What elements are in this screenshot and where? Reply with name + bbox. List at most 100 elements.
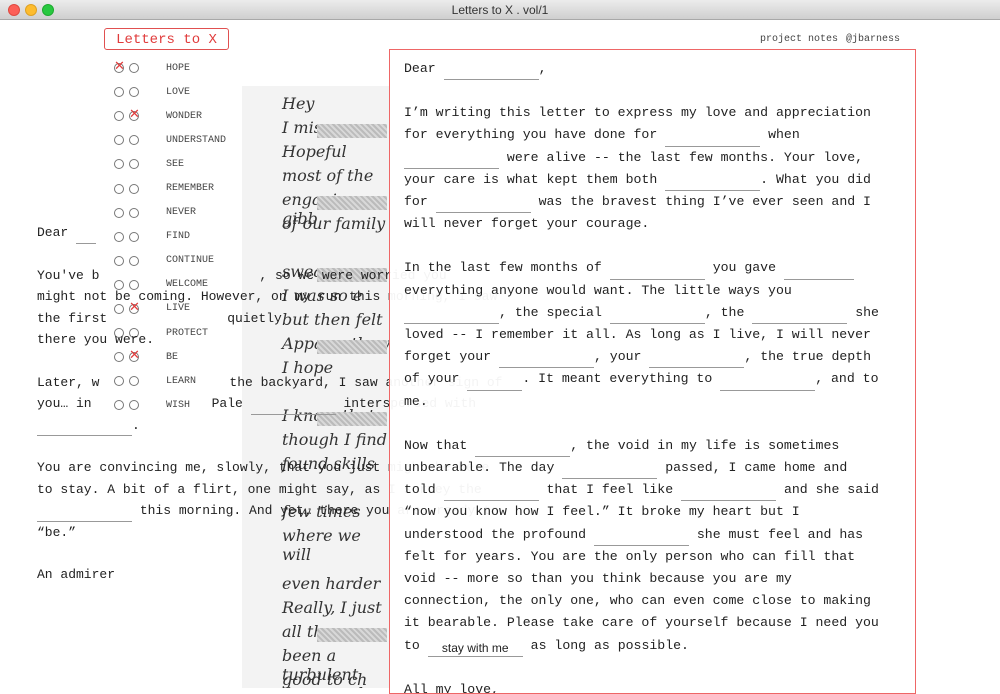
user-link[interactable]: @jbarness: [846, 34, 900, 45]
letter-text: were alive -- the last few months. Your …: [506, 149, 864, 165]
theme-row: WONDER: [114, 104, 244, 128]
letter-blank[interactable]: [250, 413, 336, 415]
fill-blank[interactable]: [404, 308, 499, 325]
letter-text: , your: [593, 349, 642, 365]
fill-blank[interactable]: [609, 264, 705, 280]
fill-blank[interactable]: [467, 375, 523, 391]
fill-blank[interactable]: [665, 175, 761, 192]
theme-radio-a[interactable]: [114, 135, 124, 146]
letter-text: , the special: [499, 304, 602, 320]
theme-radio-b[interactable]: [129, 159, 139, 170]
theme-radio-a[interactable]: [114, 59, 125, 74]
fill-blank[interactable]: [752, 308, 848, 325]
letter-text: Dear: [37, 225, 69, 240]
letter-text: passed, I came home and: [665, 460, 848, 476]
theme-radio-b[interactable]: [129, 87, 139, 98]
letter-text: . What you did: [760, 171, 871, 187]
theme-label: WONDER: [166, 110, 203, 122]
theme-row: UNDERSTAND: [114, 128, 244, 152]
letter-text: the first: [37, 310, 108, 326]
fill-blank[interactable]: [681, 485, 777, 502]
fill-blank[interactable]: [435, 197, 531, 214]
letter-text: that I feel like: [546, 482, 674, 498]
letter-text: Now that: [404, 437, 468, 453]
letter-line: everything anyone would want. The little…: [404, 282, 792, 298]
letter-line: I’m writing this letter to express my lo…: [404, 105, 871, 121]
top-nav: project notes @jbarness: [760, 34, 900, 45]
letter-text: and she said: [783, 482, 879, 498]
fill-blank[interactable]: [498, 352, 594, 369]
letter-text: there you were.: [37, 332, 155, 347]
theme-label: UNDERSTAND: [166, 134, 227, 146]
letter-text: Pale: [211, 396, 243, 411]
theme-radio-b[interactable]: [129, 63, 139, 74]
handwritten-line: Hey: [282, 94, 315, 113]
letter-text: , the void in my life is sometimes: [570, 437, 840, 453]
letter-line: me.: [404, 393, 428, 409]
theme-row: LOVE: [114, 80, 244, 104]
letter-text: , the true depth: [744, 349, 872, 365]
theme-row: SEE: [114, 152, 244, 176]
theme-radio-b[interactable]: [129, 107, 140, 122]
letter-text: “be.”: [37, 524, 77, 540]
fill-blank[interactable]: [609, 308, 705, 325]
project-notes-link[interactable]: project notes: [760, 34, 838, 45]
letter-text: , and to: [815, 371, 879, 387]
theme-radio-b[interactable]: [129, 183, 139, 194]
theme-label: HOPE: [166, 62, 191, 74]
letter-line: it bearable. Please take care of yoursel…: [404, 615, 879, 631]
letter-text: . It meant everything to: [522, 371, 713, 387]
theme-radio-a[interactable]: [114, 183, 124, 194]
window-title: Letters to X . vol/1: [451, 3, 549, 17]
letter-text: when: [768, 127, 800, 143]
letter-text: , the: [704, 304, 745, 320]
letter-text: she must feel and has: [696, 526, 864, 542]
filled-blank-input[interactable]: stay with me: [427, 641, 523, 657]
theme-radio-a[interactable]: [114, 111, 124, 122]
letter-editor-panel[interactable]: Dear , I’m writing this letter to expres…: [389, 49, 916, 694]
letter-line: connection, the only one, who can even c…: [404, 593, 871, 609]
letter-text: unbearable. The day: [404, 460, 555, 476]
fill-blank[interactable]: [404, 153, 499, 169]
letter-text: she: [855, 304, 879, 320]
redaction-scribble: [317, 628, 387, 642]
salutation: Dear: [404, 61, 436, 76]
fill-blank[interactable]: [443, 64, 539, 81]
letter-text: you gave: [712, 260, 777, 276]
fill-blank[interactable]: [783, 264, 854, 280]
theme-radio-a[interactable]: [114, 87, 124, 98]
letter-signature: An admirer: [37, 567, 116, 582]
theme-label: REMEMBER: [166, 183, 215, 195]
letter-text: of your: [404, 371, 460, 387]
letter-line: felt for years. You are the only person …: [404, 548, 856, 564]
fill-blank[interactable]: [593, 530, 689, 546]
redaction-scribble: [317, 124, 387, 138]
theme-label: LOVE: [166, 86, 191, 98]
letter-blank[interactable]: [76, 242, 97, 244]
fill-blank[interactable]: [443, 485, 539, 502]
letter-text: told: [404, 482, 436, 498]
letter-text: was the bravest thing I’ve ever seen and…: [538, 194, 871, 210]
letter-text: for everything you have done for: [404, 127, 658, 143]
letter-text: you… in: [37, 396, 92, 411]
fill-blank[interactable]: [475, 441, 571, 458]
fill-blank[interactable]: [649, 352, 745, 369]
letter-blank[interactable]: [37, 435, 132, 436]
app-title-button[interactable]: Letters to X: [104, 28, 229, 50]
handwritten-line: most of the: [282, 166, 374, 185]
theme-row: REMEMBER: [114, 176, 244, 200]
theme-label: SEE: [166, 158, 185, 170]
fill-blank[interactable]: [562, 463, 658, 480]
theme-radio-a[interactable]: [114, 159, 124, 170]
handwritten-line: Hopeful: [282, 142, 347, 161]
letter-line: void -- more so than you think because y…: [404, 571, 792, 587]
fill-blank[interactable]: [720, 375, 816, 391]
theme-radio-b[interactable]: [129, 207, 139, 218]
letter-text: your care is what kept them both: [404, 171, 658, 187]
letter-text: In the last few months of: [404, 260, 602, 276]
fill-blank[interactable]: [665, 131, 761, 147]
theme-radio-b[interactable]: [129, 135, 139, 146]
handwritten-line: Really, I just: [282, 598, 382, 617]
theme-radio-a[interactable]: [114, 207, 124, 218]
letter-text: quietly: [227, 310, 282, 326]
